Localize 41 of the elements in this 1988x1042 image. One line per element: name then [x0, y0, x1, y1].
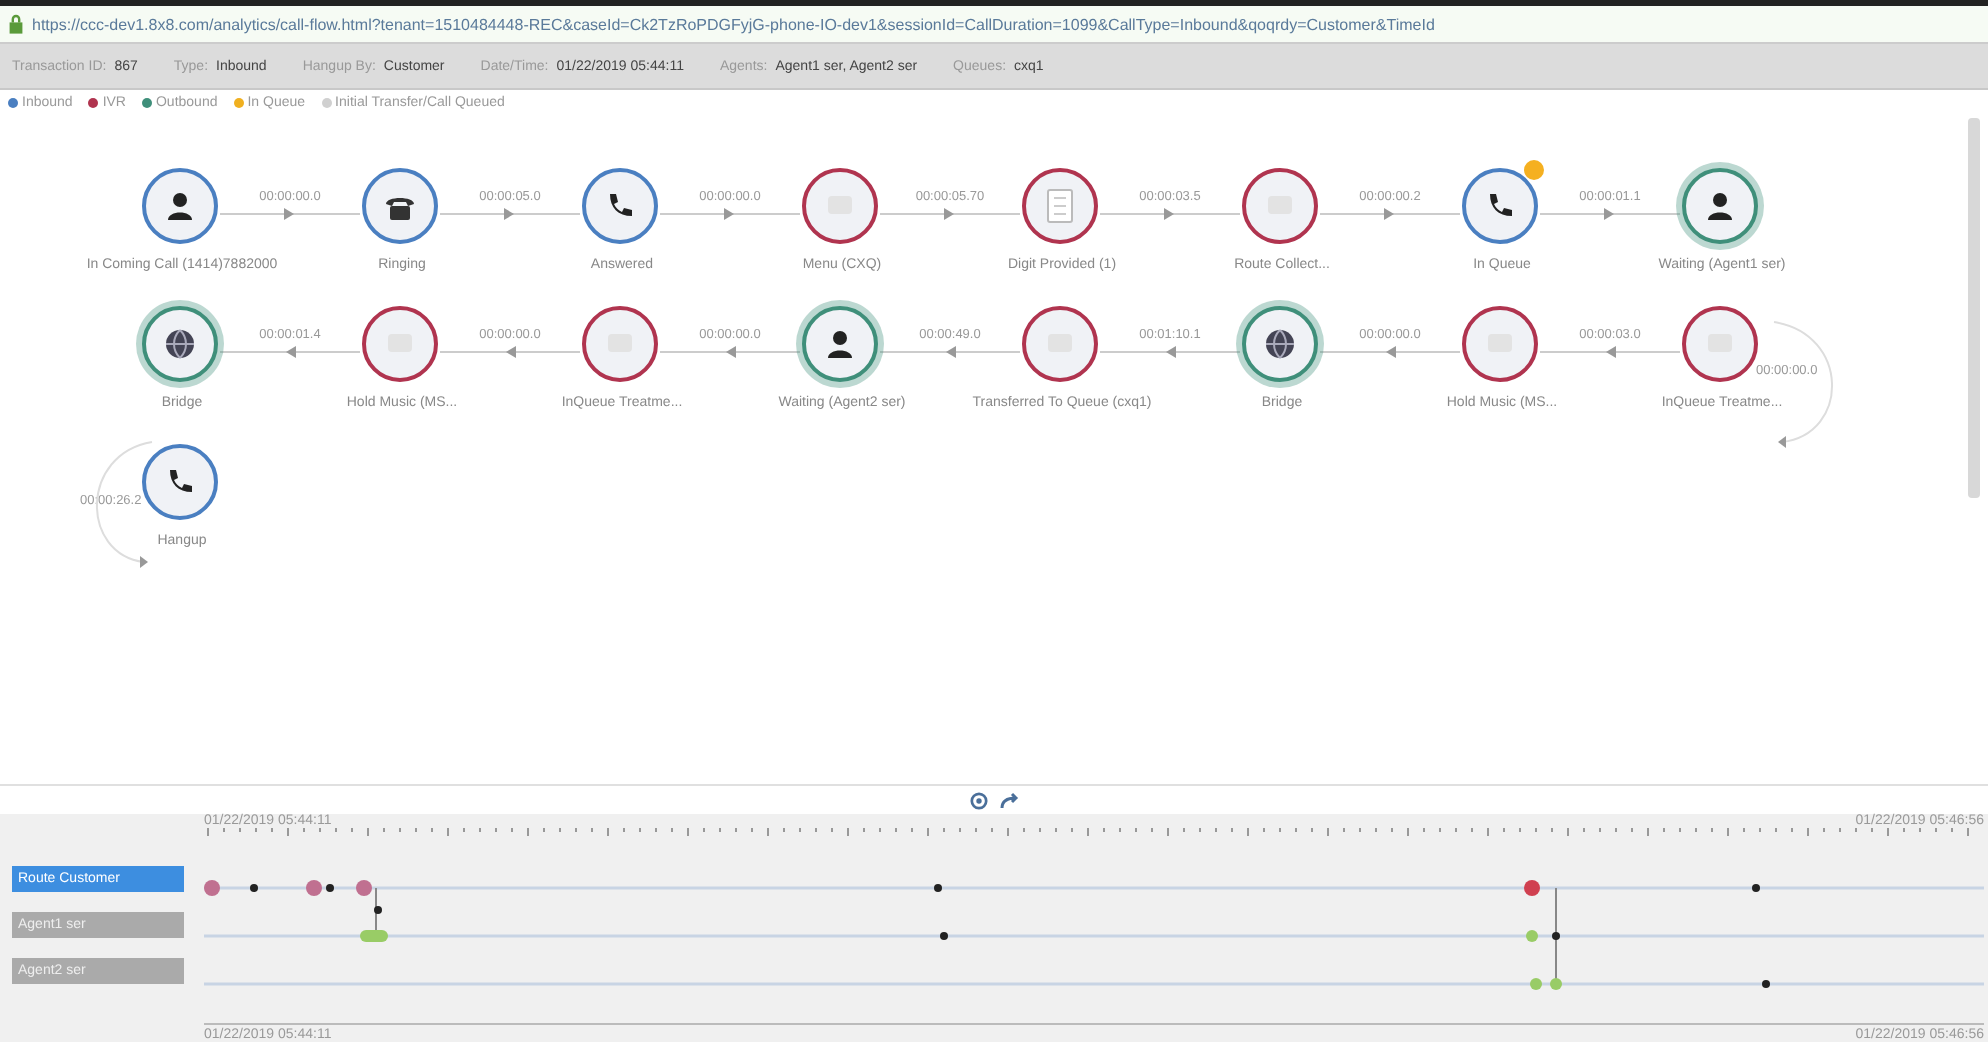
flow-node[interactable] [142, 306, 218, 382]
flow-node[interactable] [1022, 168, 1098, 244]
flow-node[interactable] [1022, 306, 1098, 382]
connector-arrow [1320, 341, 1460, 361]
connector-arrow [880, 203, 1020, 223]
person-icon [822, 326, 858, 362]
redo-icon[interactable] [999, 791, 1019, 809]
address-bar[interactable]: https://ccc-dev1.8x8.com/analytics/call-flow.html?tenant=1510484448-REC&caseId=Ck2TzRoPDGFyjG-phone-IO-dev1&sessionId=CallDuration=1099&CallType=Inbound&qoqrdy=Customer&TimeId [0, 0, 1988, 44]
person-icon [1702, 188, 1738, 224]
flow-node[interactable] [142, 168, 218, 244]
globe-icon [162, 326, 198, 362]
lock-icon [8, 14, 24, 34]
flow-node[interactable] [802, 306, 878, 382]
flow-node[interactable] [142, 444, 218, 520]
flow-node[interactable] [362, 306, 438, 382]
connector-arrow [1540, 341, 1680, 361]
connector-arrow [1100, 341, 1240, 361]
flow-node[interactable] [1242, 168, 1318, 244]
connector-arrow [220, 203, 360, 223]
connector-arrow [880, 341, 1020, 361]
target-icon[interactable] [969, 791, 987, 809]
connector-arrow [1320, 203, 1460, 223]
flow-node[interactable] [582, 168, 658, 244]
url-text: https://ccc-dev1.8x8.com/analytics/call-flow.html?tenant=1510484448-REC&caseId=Ck2TzRoPDGFyjG-phone-IO-dev1&sessionId=CallDuration=1099&CallType=Inbound&qoqrdy=Customer&TimeId [32, 15, 1435, 33]
flow-node[interactable] [1682, 168, 1758, 244]
connector-arrow [660, 203, 800, 223]
connector-arrow [220, 341, 360, 361]
scrollbar[interactable] [1968, 118, 1980, 498]
connector-arrow [440, 341, 580, 361]
connector-arrow [440, 203, 580, 223]
connector-arrow [1100, 203, 1240, 223]
flow-node[interactable] [582, 306, 658, 382]
flow-node[interactable] [1242, 306, 1318, 382]
connector-arrow [660, 341, 800, 361]
person-icon [162, 188, 198, 224]
flow-node[interactable] [1462, 306, 1538, 382]
globe-icon [1262, 326, 1298, 362]
flow-node[interactable] [1682, 306, 1758, 382]
flow-node[interactable] [362, 168, 438, 244]
flow-node[interactable] [802, 168, 878, 244]
connector-arrow [1540, 203, 1680, 223]
